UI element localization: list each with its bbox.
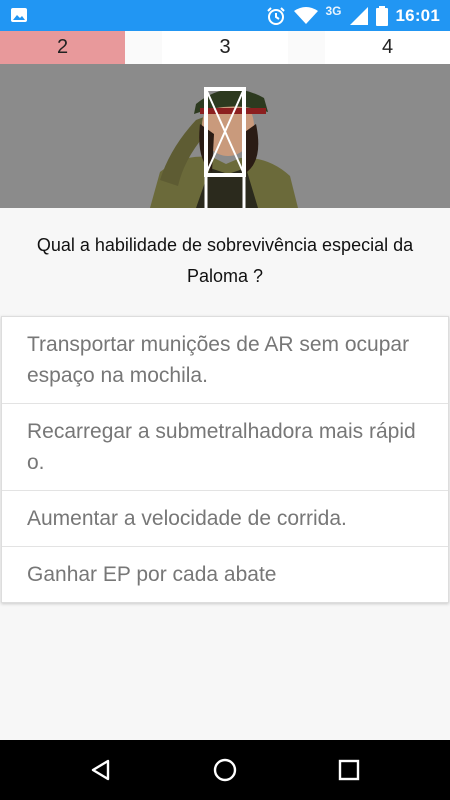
answer-option-4[interactable]: Ganhar EP por cada abate	[2, 547, 448, 602]
answer-option-3[interactable]: Aumentar a velocidade de corrida.	[2, 491, 448, 547]
back-button[interactable]	[84, 754, 116, 786]
recents-icon	[338, 759, 360, 781]
tab-label: 3	[219, 36, 231, 58]
clock: 16:01	[395, 5, 440, 25]
question-text: Qual a habilidade de sobrevivência espec…	[36, 235, 414, 286]
wifi-icon	[293, 6, 318, 24]
tab-question-3[interactable]: 3	[162, 31, 288, 64]
home-button[interactable]	[209, 754, 241, 786]
answer-options: Transportar munições de AR sem ocupar es…	[1, 316, 449, 603]
answer-option-1[interactable]: Transportar munições de AR sem ocupar es…	[2, 317, 448, 404]
question-tabs: 2 3 4	[0, 31, 450, 64]
tab-label: 2	[56, 36, 69, 58]
recents-button[interactable]	[333, 754, 365, 786]
tab-label: 4	[381, 36, 394, 58]
signal-icon	[349, 6, 368, 25]
network-type: 3G	[325, 3, 342, 18]
alarm-icon	[266, 6, 285, 25]
image-notification-icon	[11, 8, 27, 22]
battery-icon	[375, 5, 388, 26]
answer-option-2[interactable]: Recarregar a submetralhadora mais rápido…	[2, 404, 448, 491]
character-portrait-image	[0, 64, 450, 208]
status-bar: 3G 16:01	[0, 0, 450, 31]
tab-question-4[interactable]: 4	[325, 31, 450, 64]
back-icon	[91, 759, 110, 781]
system-nav-bar	[0, 740, 450, 800]
character-illustration	[0, 64, 450, 208]
tab-question-2[interactable]: 2	[0, 31, 125, 64]
home-icon	[213, 758, 237, 782]
